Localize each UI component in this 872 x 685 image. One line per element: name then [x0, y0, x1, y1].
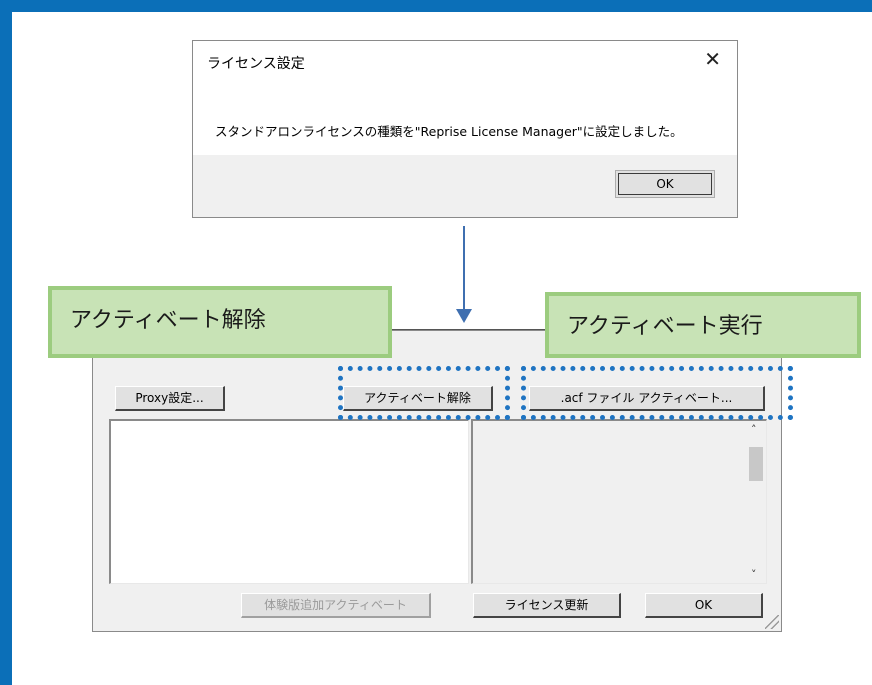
- callout-activate-label: アクティベート実行: [567, 314, 763, 339]
- scroll-thumb[interactable]: [749, 447, 763, 481]
- license-settings-message-box: ライセンス設定 ✕ スタンドアロンライセンスの種類を"Reprise Licen…: [192, 40, 738, 218]
- license-list-panel[interactable]: [109, 419, 469, 584]
- arrow-down-icon: [456, 309, 472, 323]
- message-text: スタンドアロンライセンスの種類を"Reprise License Manager…: [215, 124, 683, 139]
- message-ok-button[interactable]: OK: [615, 170, 715, 198]
- callout-activate: アクティベート実行: [545, 292, 861, 358]
- resize-grip-icon[interactable]: [765, 615, 779, 629]
- frame-left-border: [0, 0, 12, 685]
- callout-deactivate: アクティベート解除: [48, 286, 392, 358]
- license-update-button[interactable]: ライセンス更新: [473, 593, 621, 618]
- scroll-down-icon[interactable]: ˅: [751, 568, 757, 581]
- frame-top-border: [0, 0, 872, 12]
- flow-arrow-line: [463, 226, 465, 314]
- proxy-settings-button[interactable]: Proxy設定...: [115, 386, 225, 411]
- scroll-up-icon[interactable]: ˄: [751, 423, 757, 436]
- focus-rectangle: [618, 173, 712, 195]
- message-box-footer: OK: [193, 155, 737, 217]
- message-box-title: ライセンス設定: [207, 56, 305, 72]
- dialog-ok-button[interactable]: OK: [645, 593, 763, 618]
- highlight-deactivate-button: [338, 366, 510, 420]
- license-detail-panel[interactable]: ˄ ˅: [471, 419, 767, 584]
- highlight-acf-activate-button: [521, 366, 793, 420]
- close-icon[interactable]: ✕: [704, 49, 721, 69]
- vertical-scrollbar[interactable]: ˄ ˅: [746, 421, 766, 583]
- trial-add-activate-button[interactable]: 体験版追加アクティベート: [241, 593, 431, 618]
- callout-deactivate-label: アクティベート解除: [70, 308, 266, 333]
